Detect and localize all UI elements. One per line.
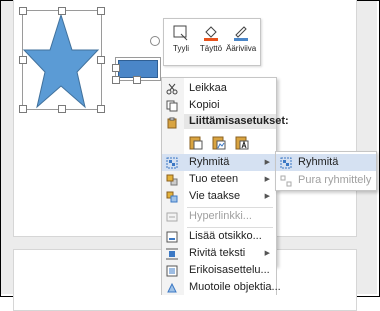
paste-options-header: Liittämisasetukset: (184, 114, 289, 129)
bring-forward-icon (166, 174, 178, 186)
layout-icon (166, 265, 178, 277)
paste-picture-icon[interactable] (211, 134, 227, 150)
outline-pen-icon (234, 26, 248, 41)
style-label: Tyyli (173, 44, 189, 53)
submenu-group-label: Ryhmitä (298, 156, 339, 168)
star-handle-bm[interactable] (58, 105, 66, 113)
paste-text-only-icon[interactable] (234, 134, 250, 150)
group-label: Ryhmitä (189, 156, 230, 168)
outline-label: Ääriviiva (226, 44, 257, 53)
group-icon (166, 157, 178, 169)
rotate-handle-icon[interactable] (150, 36, 160, 46)
menu-item-cut[interactable]: Leikkaa (162, 80, 276, 97)
format-object-label: Muotoile objektia... (189, 281, 281, 293)
wrap-text-label: Rivitä teksti (189, 247, 246, 259)
insert-caption-label: Lisää otsikko... (189, 230, 262, 242)
menu-item-bring-forward[interactable]: Tuo eteen ▶ (162, 171, 276, 188)
rect-handle-bm[interactable] (133, 76, 141, 84)
menu-item-group[interactable]: Ryhmitä ▶ (162, 154, 276, 171)
send-backward-icon (166, 191, 178, 203)
shape-style-icon (173, 25, 188, 41)
outline-button[interactable]: Ääriviiva (226, 23, 256, 63)
ungroup-icon (280, 175, 292, 187)
cut-label: Leikkaa (189, 82, 227, 94)
star-handle-bl[interactable] (19, 105, 27, 113)
menu-item-hyperlink[interactable]: Hyperlinkki... (162, 208, 276, 225)
group-submenu: Ryhmitä Pura ryhmittely (275, 151, 377, 191)
format-shape-icon (167, 282, 177, 293)
copy-icon (166, 100, 178, 112)
star-shape[interactable] (22, 10, 100, 110)
submenu-ungroup-label: Pura ryhmittely (298, 174, 372, 186)
submenu-item-group[interactable]: Ryhmitä (276, 154, 376, 171)
fill-label: Täyttö (199, 44, 223, 53)
star-icon (22, 13, 100, 109)
rect-handle-l[interactable] (112, 64, 120, 72)
star-handle-ml[interactable] (19, 56, 27, 64)
fill-button[interactable]: Täyttö (196, 23, 226, 63)
hyperlink-label: Hyperlinkki... (189, 210, 252, 222)
menu-item-advanced-layout[interactable]: Erikoisasettelu... (161, 262, 277, 279)
paste-options-row (188, 134, 254, 152)
group-icon (280, 157, 292, 169)
style-button[interactable]: Tyyli (166, 23, 196, 63)
paste-keep-source-icon[interactable] (188, 134, 204, 150)
submenu-arrow-icon: ▶ (264, 250, 270, 257)
bring-forward-label: Tuo eteen (189, 173, 239, 185)
send-backward-label: Vie taakse (189, 190, 241, 202)
context-menu: Leikkaa Kopioi Liittämisasetukset: Ryhmi… (161, 77, 289, 266)
copy-label: Kopioi (189, 99, 220, 111)
mini-toolbar: Tyyli Täyttö Ääriviiva (163, 18, 261, 66)
menu-item-send-backward[interactable]: Vie taakse ▶ (162, 188, 276, 205)
paint-bucket-icon (204, 26, 218, 41)
submenu-arrow-icon: ▶ (264, 159, 270, 166)
submenu-arrow-icon: ▶ (264, 176, 270, 183)
menu-item-copy[interactable]: Kopioi (162, 97, 276, 114)
caption-icon (166, 231, 178, 243)
star-handle-mr[interactable] (97, 56, 105, 64)
advanced-layout-label: Erikoisasettelu... (189, 264, 270, 276)
submenu-item-ungroup[interactable]: Pura ryhmittely (276, 172, 376, 189)
menu-item-format-object[interactable]: Muotoile objektia... (161, 279, 281, 295)
submenu-arrow-icon: ▶ (264, 193, 270, 200)
star-handle-tr[interactable] (97, 7, 105, 15)
scissors-icon (166, 83, 178, 95)
star-handle-tl[interactable] (19, 7, 27, 15)
star-handle-br[interactable] (97, 105, 105, 113)
clipboard-icon (167, 117, 177, 129)
menu-item-wrap-text[interactable]: Rivitä teksti ▶ (162, 245, 276, 262)
wrap-text-icon (166, 248, 178, 260)
star-handle-tm[interactable] (58, 7, 66, 15)
rect-handle-bl[interactable] (112, 76, 120, 84)
hyperlink-icon (166, 212, 178, 222)
menu-item-insert-caption[interactable]: Lisää otsikko... (162, 228, 276, 245)
